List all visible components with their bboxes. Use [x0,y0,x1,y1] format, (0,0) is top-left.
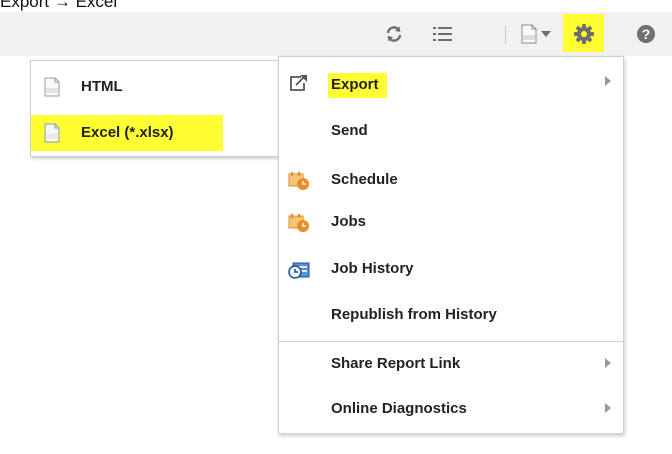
document-format-icon[interactable] [518,22,540,46]
menu-item-label: Republish from History [331,306,497,323]
menu-item-send[interactable]: Send [279,114,623,150]
submenu-arrow-icon [605,403,611,413]
menu-item-label: Job History [331,260,414,277]
submenu-item-label: Excel (*.xlsx) [81,124,174,141]
menu-item-share-report-link[interactable]: Share Report Link [279,347,623,383]
menu-item-export[interactable]: Export [279,65,623,101]
submenu-item-html[interactable]: HTML [31,69,279,105]
toolbar-divider [505,26,506,44]
menu-item-label: Share Report Link [331,355,461,372]
actions-menu: Export Send Schedule Jobs Job History Re… [278,56,624,434]
schedule-icon [288,170,310,192]
chevron-down-icon[interactable] [540,22,552,46]
menu-item-online-diagnostics[interactable]: Online Diagnostics [279,392,623,428]
submenu-item-excel[interactable]: Excel (*.xlsx) [31,115,279,151]
menu-divider [279,341,623,342]
menu-item-republish-from-history[interactable]: Republish from History [279,298,623,334]
jobs-icon [288,212,310,234]
gear-icon[interactable] [572,22,596,46]
help-icon[interactable]: ? [634,22,658,46]
menu-item-label: Jobs [331,213,367,230]
menu-item-label: Schedule [331,171,398,188]
export-submenu: HTML Excel (*.xlsx) [30,60,280,157]
refresh-icon[interactable] [382,22,406,46]
menu-item-label: Send [331,122,368,139]
menu-item-schedule[interactable]: Schedule [279,163,623,199]
menu-item-job-history[interactable]: Job History [279,252,623,288]
caption-text: Export → Excel [0,0,118,11]
html-file-icon [43,77,61,101]
list-icon[interactable] [430,22,456,46]
menu-item-label: Export [328,73,387,98]
submenu-arrow-icon [605,76,611,86]
svg-text:?: ? [642,26,651,42]
menu-item-label: Online Diagnostics [331,400,467,417]
submenu-arrow-icon [605,358,611,368]
submenu-item-label: HTML [81,78,123,95]
menu-item-jobs[interactable]: Jobs [279,205,623,241]
export-icon [288,72,310,94]
excel-file-icon [43,123,61,147]
job-history-icon [288,259,310,281]
